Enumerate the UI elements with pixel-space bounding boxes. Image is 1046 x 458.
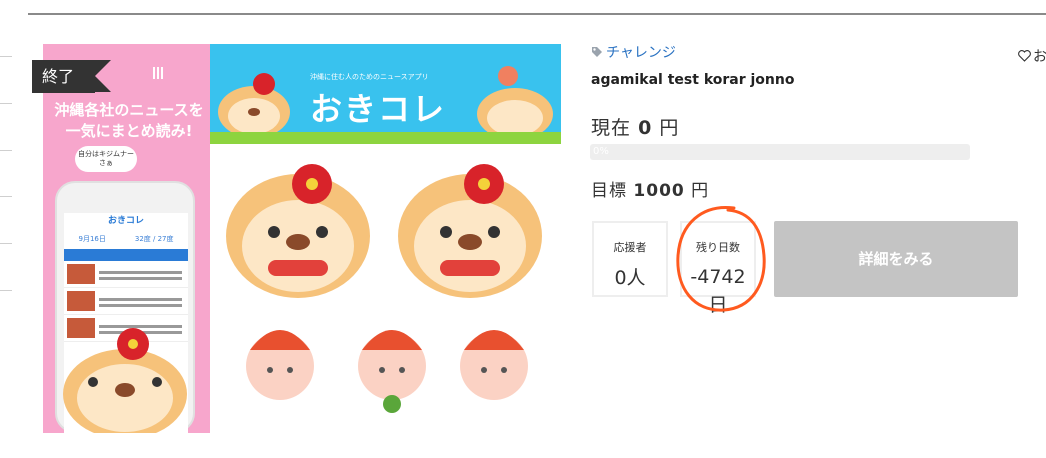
goal-currency: 円 — [691, 181, 710, 201]
tag-icon — [592, 47, 602, 57]
current-amount-row: 現在 0 円 — [591, 113, 679, 140]
thumbnail-art-panel: 沖縄に住む人のためのニュースアプリ おきコレ — [210, 44, 561, 433]
goal-label: 目標 — [591, 181, 627, 201]
favorite-button[interactable]: お — [1018, 46, 1046, 66]
shisa-mascot-icon — [218, 73, 290, 138]
phone-temp: 32度 / 27度 — [134, 235, 174, 243]
promo-text: 沖縄各社のニュースを一気にまとめ読み! — [54, 101, 204, 140]
edge-tick — [0, 150, 12, 151]
current-label: 現在 — [591, 117, 632, 139]
phone-news-row — [64, 288, 188, 315]
supporters-label: 応援者 — [613, 241, 647, 254]
supporters-stat: 応援者 0人 — [592, 221, 668, 297]
brand-logo-icon — [153, 64, 167, 79]
favorite-label: お — [1033, 49, 1046, 65]
supporters-value: 0人 — [614, 267, 646, 289]
category-label: チャレンジ — [606, 45, 676, 61]
shisa-character-icon — [63, 328, 187, 433]
goal-amount-row: 目標 1000 円 — [591, 176, 709, 201]
goal-amount: 1000 — [633, 181, 685, 201]
thumbnail-promo-panel: 沖縄各社のニュースを一気にまとめ読み! 自分はキジムナーさぁ おきコレ 9月16… — [43, 44, 210, 433]
edge-tick — [0, 103, 12, 104]
project-title[interactable]: agamikal test korar jonno — [591, 72, 794, 88]
banner-strip — [210, 132, 561, 144]
phone-date: 9月16日 — [78, 235, 106, 243]
kijimuna-mascot-icon — [477, 66, 553, 140]
days-left-stat: 残り日数 -4742日 — [680, 221, 756, 316]
heart-icon — [1018, 50, 1031, 62]
phone-tabs — [64, 249, 188, 261]
edge-tick — [0, 196, 12, 197]
phone-app-title: おきコレ — [107, 216, 144, 226]
status-badge: 終了 — [32, 60, 111, 93]
phone-date-row: 9月16日 32度 / 27度 — [64, 229, 188, 249]
edge-tick — [0, 290, 12, 291]
speech-bubble: 自分はキジムナーさぁ — [75, 146, 137, 172]
funding-progress-bar: 0% — [590, 144, 970, 160]
banner-title: おきコレ — [310, 90, 447, 128]
project-thumbnail[interactable]: 沖縄各社のニュースを一気にまとめ読み! 自分はキジムナーさぁ おきコレ 9月16… — [43, 44, 561, 433]
phone-news-row — [64, 261, 188, 288]
top-divider — [28, 13, 1046, 15]
current-currency: 円 — [659, 117, 680, 139]
banner-subtitle: 沖縄に住む人のためのニュースアプリ — [310, 73, 429, 81]
app-banner: 沖縄に住む人のためのニュースアプリ おきコレ — [210, 44, 561, 144]
view-details-button[interactable]: 詳細をみる — [774, 221, 1018, 297]
days-left-value: -4742日 — [690, 266, 746, 316]
edge-tick — [0, 243, 12, 244]
category-link[interactable]: チャレンジ — [591, 42, 676, 62]
kijimuna-trio-icon — [246, 330, 528, 413]
progress-percent: 0% — [593, 146, 609, 157]
days-left-label: 残り日数 — [696, 241, 740, 254]
edge-tick — [0, 56, 12, 57]
shisa-pair-icon — [226, 164, 542, 298]
current-amount: 0 — [638, 117, 653, 139]
